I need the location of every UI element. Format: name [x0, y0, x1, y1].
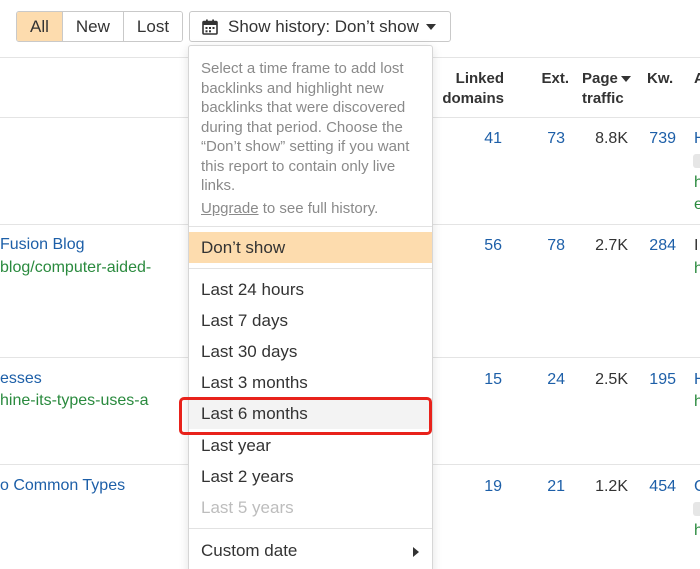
- col-header-next[interactable]: A: [694, 69, 700, 89]
- row3-url-link[interactable]: hine-its-types-uses-a: [0, 392, 149, 410]
- history-dropdown-menu: Select a time frame to add lost backlink…: [188, 45, 433, 569]
- option-last-30-days[interactable]: Last 30 days: [189, 336, 432, 367]
- col-header-page-traffic[interactable]: Page traffic: [582, 69, 642, 109]
- history-help-text: Select a time frame to add lost backlink…: [201, 60, 410, 217]
- row4-linked-domains[interactable]: 19: [460, 477, 502, 497]
- row3-linked-domains[interactable]: 15: [460, 370, 502, 390]
- row1-edge-text[interactable]: H: [694, 129, 700, 149]
- option-last-7-days[interactable]: Last 7 days: [189, 305, 432, 336]
- row1-traffic: 8.8K: [595, 130, 628, 147]
- menu-divider: [189, 226, 432, 227]
- show-history-button[interactable]: Show history: Don’t show: [189, 11, 451, 42]
- menu-divider: [189, 528, 432, 529]
- filter-new-button[interactable]: New: [62, 12, 124, 41]
- option-custom-date[interactable]: Custom date: [189, 535, 432, 566]
- row1-edge-badge: [693, 154, 700, 168]
- row2-linked-domains[interactable]: 56: [460, 236, 502, 256]
- row4-edge-url[interactable]: h: [694, 521, 700, 541]
- option-dont-show[interactable]: Don’t show: [189, 232, 432, 263]
- upgrade-link[interactable]: Upgrade: [201, 200, 259, 217]
- row1-linked-domains[interactable]: 41: [460, 129, 502, 149]
- option-last-year[interactable]: Last year: [189, 430, 432, 461]
- option-last-24-hours[interactable]: Last 24 hours: [189, 274, 432, 305]
- row2-edge-url[interactable]: h: [694, 259, 700, 279]
- option-last-6-months[interactable]: Last 6 months: [189, 398, 432, 429]
- option-last-3-months[interactable]: Last 3 months: [189, 367, 432, 398]
- filter-lost-button[interactable]: Lost: [123, 12, 183, 41]
- row3-edge-text[interactable]: H: [694, 370, 700, 390]
- sort-desc-icon: [620, 76, 631, 82]
- chevron-right-icon: [413, 547, 419, 557]
- row2-title-link[interactable]: Fusion Blog: [0, 236, 85, 254]
- row3-traffic: 2.5K: [595, 371, 628, 388]
- option-last-5-years: Last 5 years: [201, 498, 294, 517]
- filter-tabs: All New Lost: [16, 11, 184, 42]
- option-last-2-years[interactable]: Last 2 years: [189, 461, 432, 492]
- show-history-label: Show history: Don’t show: [228, 16, 419, 36]
- row4-traffic: 1.2K: [595, 478, 628, 495]
- filter-all-button[interactable]: All: [17, 12, 63, 41]
- col-header-kw[interactable]: Kw.: [647, 69, 673, 89]
- row2-url-link[interactable]: blog/computer-aided-: [0, 259, 151, 277]
- row2-edge-text: I: [694, 237, 699, 254]
- row1-edge-url[interactable]: e: [694, 195, 700, 215]
- backlinks-report: All New Lost Show history: Don’t show Li…: [0, 0, 700, 569]
- row1-edge-url[interactable]: h: [694, 173, 700, 193]
- caret-down-icon: [425, 23, 436, 30]
- row2-ext[interactable]: 78: [525, 236, 565, 256]
- col-header-ext[interactable]: Ext.: [533, 69, 569, 89]
- row2-kw[interactable]: 284: [640, 236, 676, 256]
- row1-ext[interactable]: 73: [525, 129, 565, 149]
- calendar-icon: [202, 19, 218, 35]
- row3-ext[interactable]: 24: [525, 370, 565, 390]
- row4-edge-text[interactable]: C: [694, 477, 700, 497]
- row1-kw[interactable]: 739: [640, 129, 676, 149]
- row2-traffic: 2.7K: [595, 237, 628, 254]
- col-header-linked-domains[interactable]: Linked domains: [438, 69, 504, 109]
- menu-divider: [189, 268, 432, 269]
- row4-edge-badge: [693, 502, 700, 516]
- row4-ext[interactable]: 21: [525, 477, 565, 497]
- row3-edge-url[interactable]: h: [694, 392, 700, 412]
- row3-title-link[interactable]: esses: [0, 370, 42, 388]
- row4-kw[interactable]: 454: [640, 477, 676, 497]
- row3-kw[interactable]: 195: [640, 370, 676, 390]
- row4-title-link[interactable]: o Common Types: [0, 477, 125, 495]
